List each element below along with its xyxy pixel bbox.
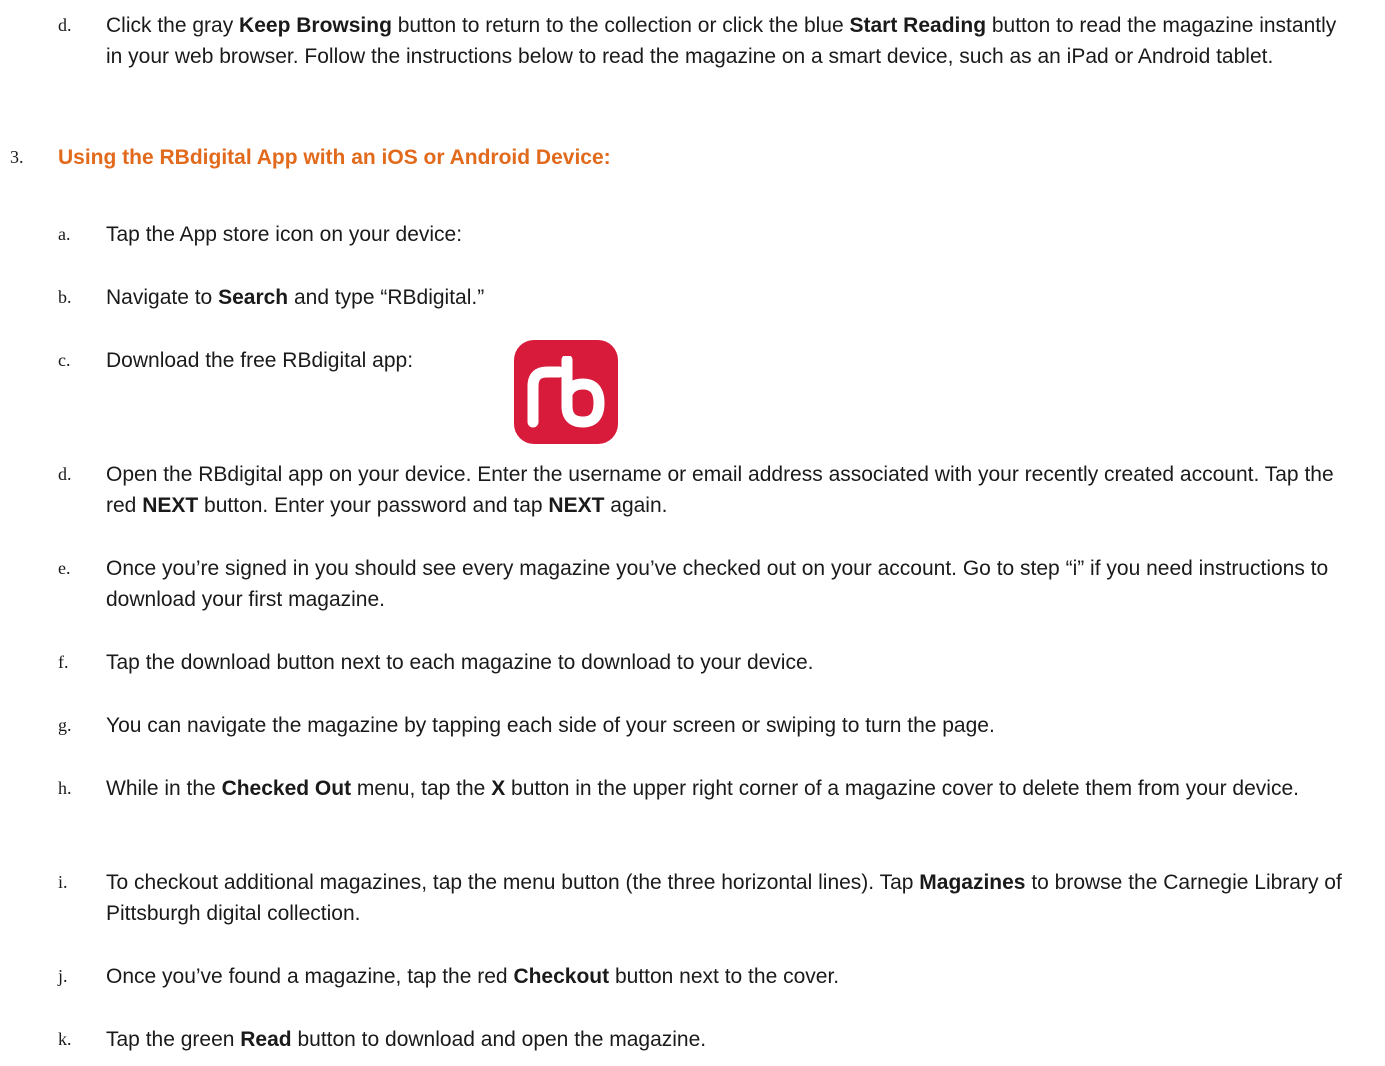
magazines-label: Magazines: [919, 871, 1026, 894]
step-d-top: d. Click the gray Keep Browsing button t…: [58, 10, 1358, 72]
step-marker: d.: [58, 464, 72, 484]
step-text: Download the free RBdigital app:: [106, 349, 414, 372]
section-number: 3.: [10, 147, 24, 167]
step-text: You can navigate the magazine by tapping…: [106, 714, 995, 737]
checkout-label: Checkout: [513, 965, 610, 988]
step-marker: j.: [58, 966, 68, 986]
next-label: NEXT: [548, 494, 605, 517]
step-d: d. Open the RBdigital app on your device…: [58, 459, 1358, 521]
step-f: f. Tap the download button next to each …: [58, 647, 1358, 678]
step-marker: e.: [58, 558, 71, 578]
section-title: Using the RBdigital App with an iOS or A…: [58, 146, 611, 169]
step-marker: c.: [58, 350, 71, 370]
step-marker: k.: [58, 1029, 72, 1049]
keep-browsing-label: Keep Browsing: [239, 14, 392, 37]
step-marker: b.: [58, 287, 72, 307]
document-page: d. Click the gray Keep Browsing button t…: [0, 0, 1385, 1066]
step-text: Click the gray Keep Browsing button to r…: [106, 14, 1337, 68]
step-b: b. Navigate to Search and type “RBdigita…: [58, 282, 1358, 313]
start-reading-label: Start Reading: [849, 14, 987, 37]
step-marker: d.: [58, 15, 72, 35]
read-label: Read: [240, 1028, 292, 1051]
step-text: Once you’re signed in you should see eve…: [106, 557, 1329, 611]
next-label: NEXT: [142, 494, 199, 517]
step-marker: g.: [58, 715, 72, 735]
step-text: Once you’ve found a magazine, tap the re…: [106, 965, 840, 988]
step-text: Open the RBdigital app on your device. E…: [106, 463, 1334, 517]
checked-out-label: Checked Out: [221, 777, 352, 800]
step-text: Tap the green Read button to download an…: [106, 1028, 707, 1051]
step-marker: a.: [58, 224, 71, 244]
search-label: Search: [218, 286, 289, 309]
step-marker: i.: [58, 872, 68, 892]
step-text: Tap the download button next to each mag…: [106, 651, 814, 674]
section-heading: 3. Using the RBdigital App with an iOS o…: [10, 142, 611, 173]
step-g: g. You can navigate the magazine by tapp…: [58, 710, 1358, 741]
step-marker: h.: [58, 778, 72, 798]
step-a: a. Tap the App store icon on your device…: [58, 219, 1358, 250]
step-c: c. Download the free RBdigital app:: [58, 345, 1358, 376]
x-label: X: [491, 777, 506, 800]
step-j: j. Once you’ve found a magazine, tap the…: [58, 961, 1358, 992]
step-marker: f.: [58, 652, 69, 672]
step-i: i. To checkout additional magazines, tap…: [58, 867, 1358, 929]
step-k: k. Tap the green Read button to download…: [58, 1024, 1358, 1055]
step-text: Tap the App store icon on your device:: [106, 223, 463, 246]
rbdigital-app-icon: [514, 340, 618, 444]
step-text: To checkout additional magazines, tap th…: [106, 871, 1342, 925]
step-text: Navigate to Search and type “RBdigital.”: [106, 286, 485, 309]
step-h: h. While in the Checked Out menu, tap th…: [58, 773, 1358, 804]
step-text: While in the Checked Out menu, tap the X…: [106, 777, 1299, 800]
rb-logo-icon: [527, 356, 605, 428]
step-e: e. Once you’re signed in you should see …: [58, 553, 1358, 615]
